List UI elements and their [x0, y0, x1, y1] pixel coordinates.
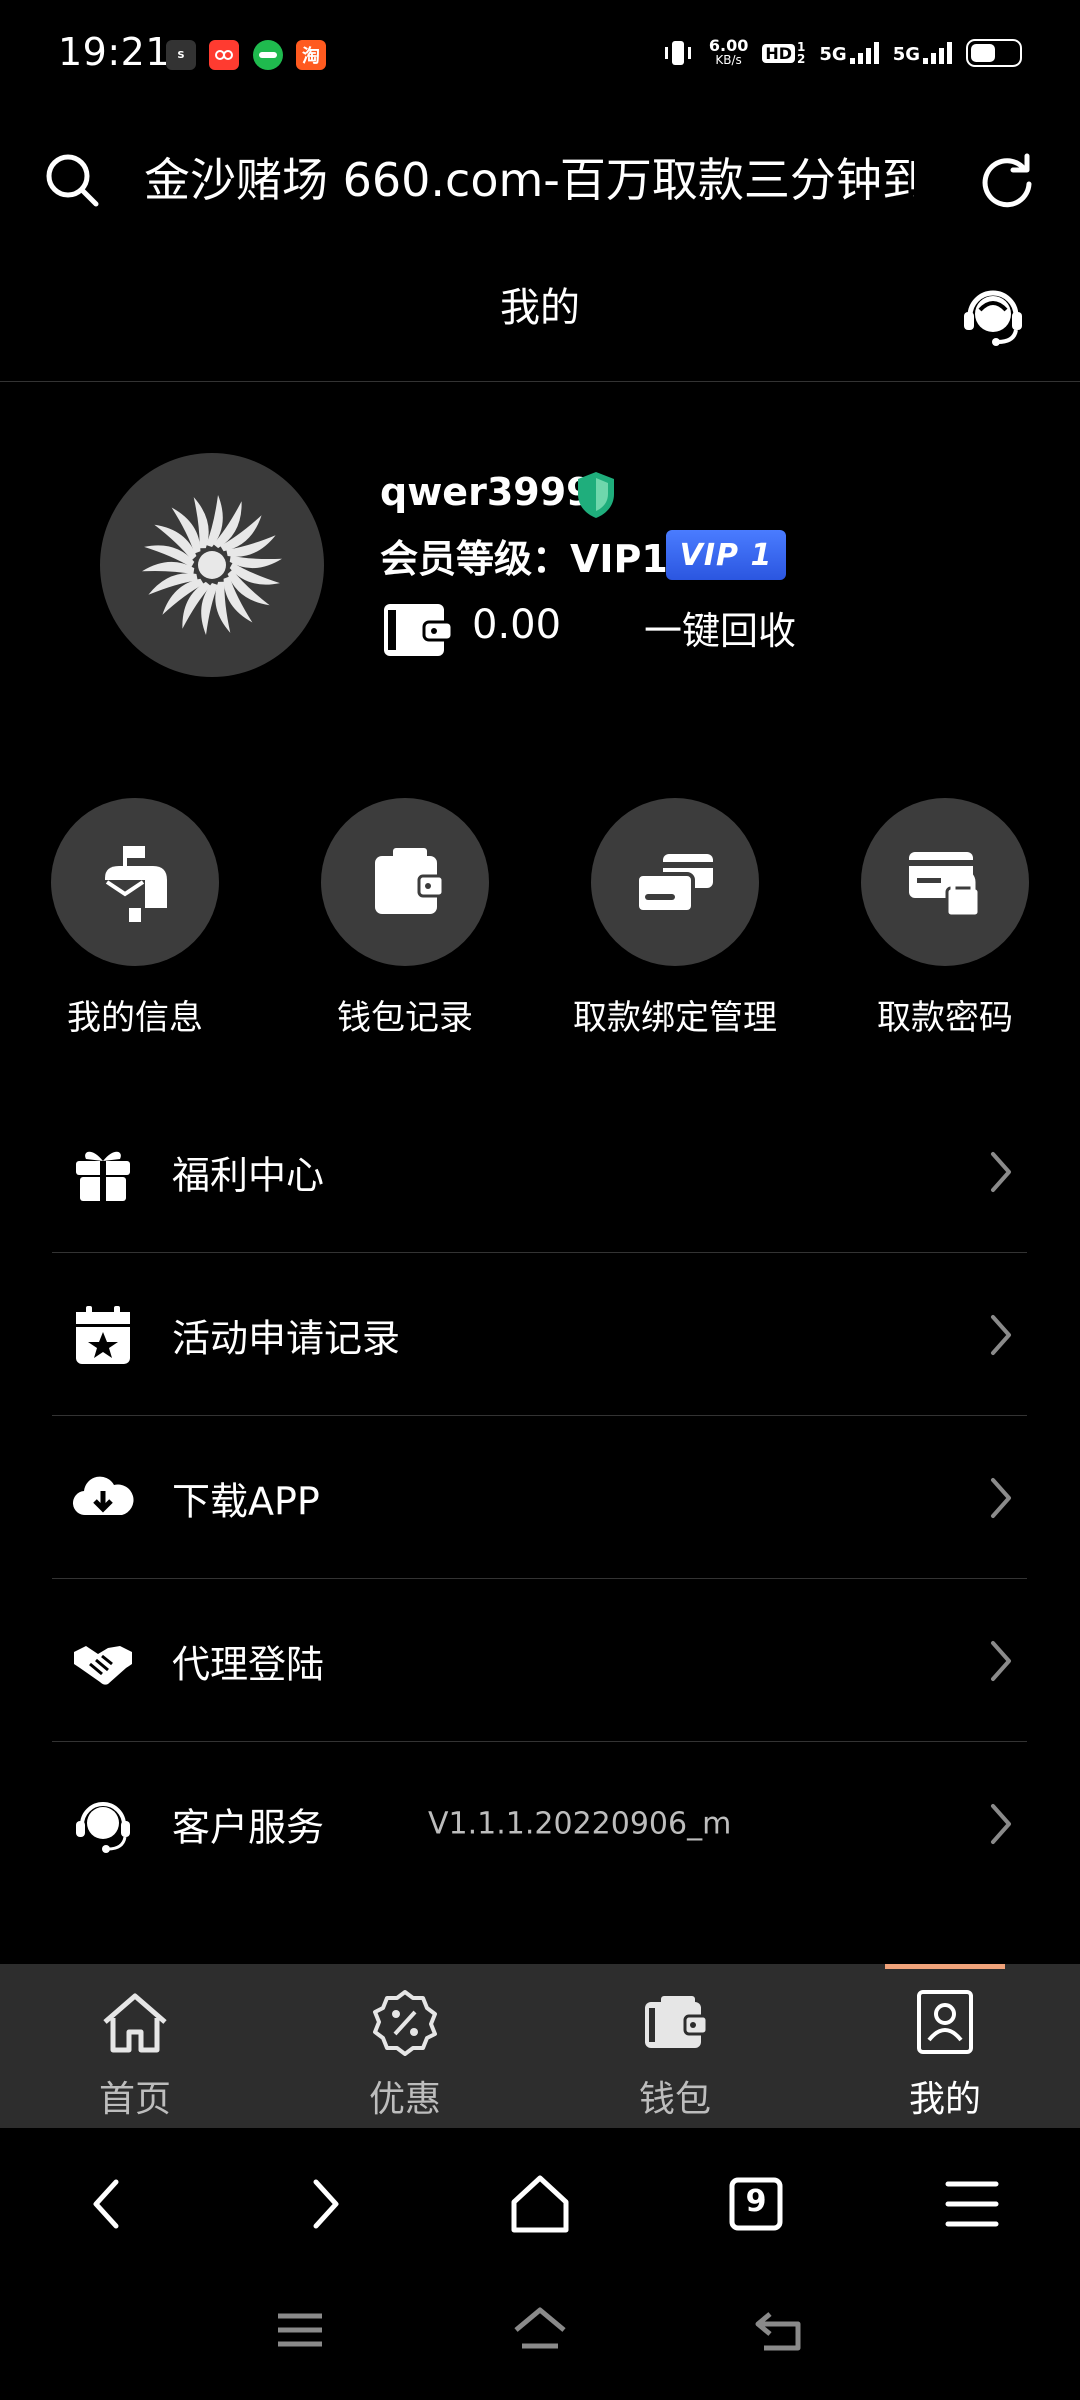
pdd-app-icon: [253, 40, 283, 70]
browser-nav-bar: 9: [0, 2128, 1080, 2280]
chevron-right-icon: [991, 1640, 1011, 1681]
withdraw-binding-button[interactable]: [591, 798, 759, 966]
discount-icon: [373, 1990, 437, 2056]
battery-icon: [966, 39, 1022, 67]
home-icon: [103, 1993, 167, 2053]
menu-item-label: 活动申请记录: [172, 1316, 401, 1360]
tab-wallet[interactable]: 钱包: [575, 1964, 775, 2128]
wallet-record-button[interactable]: [321, 798, 489, 966]
headset-icon: [76, 1801, 130, 1853]
home-icon[interactable]: [504, 2168, 576, 2240]
quick-action-label: 取款密码: [877, 998, 1013, 1038]
net-speed: 6.00 KB/s: [708, 36, 749, 68]
handshake-icon: [74, 1645, 132, 1685]
page-title: 我的: [500, 285, 580, 331]
tab-label: 优惠: [368, 2079, 441, 2120]
url-bar[interactable]: 金沙赌场 660.com-百万取款三分钟到: [144, 148, 914, 212]
wallet-icon: [645, 1996, 709, 2048]
member-level: 会员等级：VIP1: [380, 537, 668, 581]
search-icon[interactable]: [40, 148, 104, 212]
tab-label: 我的: [908, 2079, 981, 2120]
headset-icon[interactable]: [958, 280, 1028, 350]
profile-icon: [917, 1990, 973, 2054]
cards-icon: [635, 854, 713, 914]
card-lock-icon: [909, 852, 981, 918]
quick-action-label: 钱包记录: [337, 998, 473, 1038]
withdraw-password-button[interactable]: [861, 798, 1029, 966]
tab-home[interactable]: 首页: [35, 1964, 235, 2128]
my-info-button[interactable]: [51, 798, 219, 966]
chevron-right-icon: [991, 1477, 1011, 1518]
verified-shield-icon: [578, 472, 614, 518]
tab-label: 钱包: [638, 2079, 711, 2120]
menu-item-label: 客户服务: [172, 1805, 325, 1849]
menu-item-label: 下载APP: [172, 1479, 320, 1523]
xiaohongshu-app-icon: [209, 40, 239, 70]
chevron-right-icon: [991, 1314, 1011, 1355]
mailbox-icon: [105, 846, 167, 922]
tabs-button[interactable]: 9: [720, 2168, 792, 2240]
status-time: 19:21: [58, 30, 171, 74]
system-back-icon[interactable]: [750, 2302, 810, 2358]
menu-item-activity-records[interactable]: 活动申请记录: [52, 1253, 1027, 1416]
username: qwer3999: [380, 470, 593, 514]
tab-label: 首页: [98, 2079, 171, 2120]
menu-item-customer-service[interactable]: 客户服务 V1.1.1.20220906_m: [52, 1742, 1027, 1905]
wallet-icon: [375, 848, 445, 914]
back-icon[interactable]: [72, 2168, 144, 2240]
balance-amount: 0.00: [472, 602, 562, 648]
forward-icon[interactable]: [288, 2168, 360, 2240]
system-home-icon[interactable]: [510, 2302, 570, 2358]
one-click-recycle-button[interactable]: 一键回收: [644, 600, 796, 655]
version-text: V1.1.1.20220906_m: [428, 1806, 732, 1841]
taobao-app-icon: 淘: [296, 40, 326, 70]
tab-count: 9: [745, 2184, 767, 2219]
menu-item-welfare-center[interactable]: 福利中心: [52, 1090, 1027, 1253]
signal-strength-icon: 5G: [819, 42, 879, 64]
menu-item-agent-login[interactable]: 代理登陆: [52, 1579, 1027, 1742]
recent-apps-icon[interactable]: [270, 2302, 330, 2358]
soul-app-icon: S: [166, 40, 196, 70]
bottom-tab-bar: 首页 优惠 钱包 我的: [0, 1964, 1080, 2128]
sun-logo-icon: [141, 495, 283, 635]
status-indicators: 6.00 KB/s HD 12 5G 5G: [661, 38, 1022, 68]
vip-badge: VIP 1: [666, 530, 786, 580]
chevron-right-icon: [991, 1803, 1011, 1844]
chevron-right-icon: [991, 1151, 1011, 1192]
menu-item-label: 代理登陆: [172, 1642, 325, 1686]
refresh-icon[interactable]: [975, 148, 1039, 212]
wallet-icon: [384, 604, 454, 656]
header-divider: [0, 381, 1080, 382]
avatar[interactable]: [100, 453, 324, 677]
gift-icon: [76, 1151, 130, 1201]
quick-action-label: 取款绑定管理: [573, 998, 777, 1038]
quick-action-label: 我的信息: [67, 998, 203, 1038]
cloud-download-icon: [72, 1476, 134, 1515]
menu-item-label: 福利中心: [172, 1153, 325, 1197]
menu-icon[interactable]: [936, 2168, 1008, 2240]
tab-discount[interactable]: 优惠: [305, 1964, 505, 2128]
vibrate-icon: [664, 41, 691, 65]
calendar-star-icon: [76, 1305, 130, 1364]
signal-strength-icon-2: 5G: [893, 42, 952, 64]
hd-indicator: HD 12: [762, 41, 805, 65]
tab-mine[interactable]: 我的: [845, 1964, 1045, 2128]
menu-item-download-app[interactable]: 下载APP: [52, 1416, 1027, 1579]
